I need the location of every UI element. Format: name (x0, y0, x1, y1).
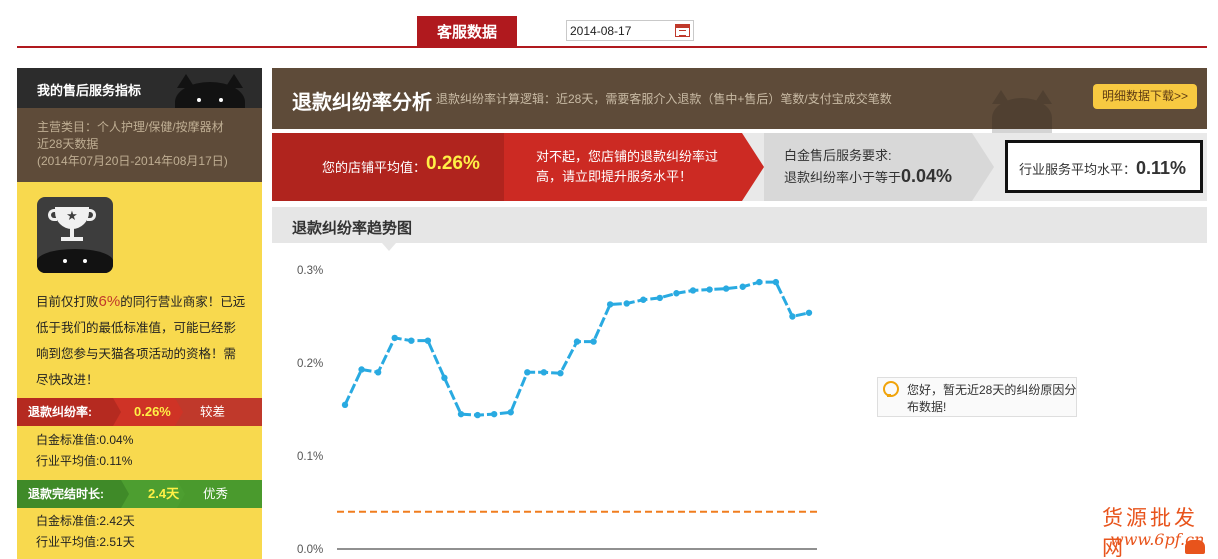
data-point[interactable] (722, 285, 730, 292)
status-band: 您的店铺平均值： 0.26% 对不起，您店铺的退款纠纷率过高，请立即提升服务水平… (272, 133, 1207, 201)
metric-grade: 优秀 (203, 487, 229, 501)
industry-line: 行业服务平均水平：0.11% (1019, 158, 1186, 179)
lightbulb-icon (883, 381, 899, 397)
metric1-details: 白金标准值:0.04% 行业平均值:0.11% (36, 430, 133, 472)
data-point[interactable] (640, 296, 647, 303)
data-point[interactable] (590, 338, 597, 345)
metric-value: 2.4天 (148, 486, 180, 501)
data-point[interactable] (673, 290, 680, 297)
y-tick-label: 0.3% (297, 265, 323, 277)
tab-customer-service-data[interactable]: 客服数据 (417, 16, 517, 47)
beat-percent: 6% (98, 293, 121, 310)
dispute-rate-line (343, 280, 810, 417)
date-input[interactable]: 2014-08-17 (566, 20, 694, 41)
shop-average-value: 0.26% (426, 153, 480, 174)
data-point[interactable] (756, 278, 763, 286)
ranking-message: 目前仅打败6%的同行营业商家！已远低于我们的最低标准值，可能已经影响到您参与天猫… (36, 289, 246, 393)
refund-dispute-trend-chart: 0.0% 0.1% 0.2% 0.3% (297, 265, 817, 556)
industry-label: 行业服务平均水平： (1019, 162, 1137, 177)
data-point[interactable] (540, 369, 548, 376)
platinum-standard: 白金标准值:2.42天 (36, 514, 135, 528)
warning-text: 对不起，您店铺的退款纠纷率过高，请立即提升服务水平！ (536, 149, 719, 184)
data-point[interactable] (424, 337, 432, 344)
date-range: (2014年07月20日-2014年08月17日) (37, 154, 228, 168)
industry-average: 行业平均值:2.51天 (36, 535, 135, 549)
y-tick-label: 0.1% (297, 451, 323, 463)
data-point[interactable] (805, 309, 813, 316)
warning-block: 对不起，您店铺的退款纠纷率过高，请立即提升服务水平！ (504, 133, 742, 201)
data-point[interactable] (341, 401, 349, 409)
message-before: 目前仅打败 (36, 295, 99, 309)
y-tick-label: 0.2% (297, 358, 323, 370)
tab-underline (17, 46, 1207, 48)
data-point[interactable] (573, 338, 581, 345)
band-arrow (972, 133, 994, 201)
sidebar: 我的售后服务指标 主营类目：个人护理/保健/按摩器材 近28天数据 (2014年… (17, 68, 262, 559)
data-point[interactable] (507, 409, 514, 416)
data-point[interactable] (457, 410, 465, 418)
metric-label: 退款完结时长: (28, 487, 104, 501)
dispute-reason-tip: 您好，暂无近28天的纠纷原因分布数据! (877, 377, 1077, 417)
trophy-icon: ★ (37, 197, 113, 273)
data-point[interactable] (374, 369, 382, 376)
sidebar-title: 我的售后服务指标 (37, 83, 142, 98)
heart-icon (1185, 540, 1205, 554)
calculation-logic: 退款纠纷率计算逻辑：近28天，需要客服介入退款（售中+售后）笔数/支付宝成交笔数 (436, 92, 892, 106)
data-point[interactable] (606, 301, 614, 308)
industry-value: 0.11% (1136, 158, 1187, 178)
shop-average-label: 您的店铺平均值： (322, 160, 427, 175)
metric-refund-duration: 退款完结时长: 2.4天 优秀 (17, 480, 262, 508)
metric2-details: 白金标准值:2.42天 行业平均值:2.51天 (36, 511, 135, 553)
platinum-requirement-text: 退款纠纷率小于等于 (784, 170, 902, 185)
industry-average-box: 行业服务平均水平：0.11% (1005, 140, 1203, 193)
data-point[interactable] (358, 366, 365, 373)
data-point[interactable] (391, 334, 398, 342)
category-line: 主营类目：个人护理/保健/按摩器材 (37, 120, 224, 134)
metric-grade: 较差 (200, 405, 226, 419)
data-point[interactable] (490, 410, 498, 418)
data-point[interactable] (689, 287, 697, 294)
industry-average: 行业平均值:0.11% (36, 454, 133, 468)
y-tick-label: 0.0% (297, 544, 323, 556)
metric-label: 退款纠纷率: (28, 405, 92, 419)
tmall-cat-icon (992, 90, 1052, 138)
sidebar-info: 主营类目：个人护理/保健/按摩器材 近28天数据 (2014年07月20日-20… (17, 108, 262, 182)
calendar-icon[interactable] (675, 24, 690, 37)
data-point[interactable] (557, 370, 564, 377)
metric-value: 0.26% (134, 404, 171, 419)
data-point[interactable] (623, 300, 630, 307)
platinum-requirement-line: 退款纠纷率小于等于0.04% (784, 166, 952, 187)
analysis-header: 退款纠纷率分析 退款纠纷率计算逻辑：近28天，需要客服介入退款（售中+售后）笔数… (272, 68, 1207, 138)
chart-header: 退款纠纷率趋势图 (272, 207, 1207, 251)
band-arrow (742, 133, 764, 201)
download-details-button[interactable]: 明细数据下载>> (1093, 84, 1197, 109)
data-point[interactable] (789, 313, 796, 320)
data-point[interactable] (706, 286, 713, 293)
chart-title: 退款纠纷率趋势图 (292, 220, 413, 237)
page-title: 退款纠纷率分析 (292, 92, 432, 114)
date-value: 2014-08-17 (570, 24, 632, 38)
data-point[interactable] (656, 294, 664, 302)
shop-average-block: 您的店铺平均值： 0.26% (272, 133, 504, 201)
platinum-requirement-block: 白金售后服务要求: 退款纠纷率小于等于0.04% (764, 133, 972, 201)
data-point[interactable] (739, 283, 746, 290)
metric-refund-dispute: 退款纠纷率: 0.26% 较差 (17, 398, 262, 426)
platinum-requirement-label: 白金售后服务要求: (784, 148, 892, 163)
data-point[interactable] (772, 278, 780, 286)
data-point[interactable] (441, 374, 448, 382)
range-line: 近28天数据 (37, 137, 99, 151)
platinum-requirement-value: 0.04% (901, 166, 953, 186)
tip-text: 您好，暂无近28天的纠纷原因分布数据! (907, 383, 1077, 414)
data-point[interactable] (474, 411, 481, 419)
data-point[interactable] (408, 337, 415, 344)
data-point[interactable] (524, 369, 531, 376)
platinum-standard: 白金标准值:0.04% (36, 433, 134, 447)
